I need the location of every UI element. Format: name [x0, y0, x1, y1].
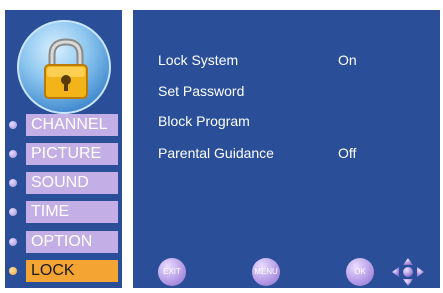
bullet-icon [9, 208, 17, 216]
sidebar-item-label: CHANNEL [26, 114, 118, 136]
sidebar-item-label: OPTION [26, 231, 118, 253]
bullet-icon [9, 150, 17, 158]
sidebar-item-sound[interactable]: SOUND [5, 172, 122, 194]
bullet-icon [9, 179, 17, 187]
setting-label: Block Program [158, 113, 250, 129]
setting-label: Parental Guidance [158, 145, 274, 161]
sidebar-item-label: PICTURE [26, 143, 118, 165]
button-hint-bar: EXIT MENU OK [133, 256, 440, 288]
padlock-icon [17, 20, 111, 114]
sidebar-item-channel[interactable]: CHANNEL [5, 114, 122, 136]
sidebar-item-label: LOCK [26, 260, 118, 282]
bullet-icon [9, 121, 17, 129]
exit-button[interactable]: EXIT [158, 258, 186, 286]
sidebar-item-label: TIME [26, 201, 118, 223]
ok-button[interactable]: OK [346, 258, 374, 286]
sidebar: CHANNEL PICTURE SOUND TIME OPTION LOCK [5, 10, 122, 288]
menu-button[interactable]: MENU [252, 258, 280, 286]
setting-label: Lock System [158, 52, 239, 68]
bullet-icon [9, 238, 17, 246]
sidebar-item-option[interactable]: OPTION [5, 231, 122, 253]
sidebar-item-picture[interactable]: PICTURE [5, 143, 122, 165]
dpad-icon[interactable] [389, 256, 427, 288]
sidebar-item-time[interactable]: TIME [5, 201, 122, 223]
setting-value: On [338, 52, 357, 68]
lock-settings-panel: Lock System On Set Password Block Progra… [133, 10, 440, 256]
sidebar-item-label: SOUND [26, 172, 118, 194]
setting-label: Set Password [158, 83, 245, 99]
bullet-icon [9, 267, 17, 275]
setting-value: Off [338, 145, 357, 161]
sidebar-item-lock[interactable]: LOCK [5, 260, 122, 282]
